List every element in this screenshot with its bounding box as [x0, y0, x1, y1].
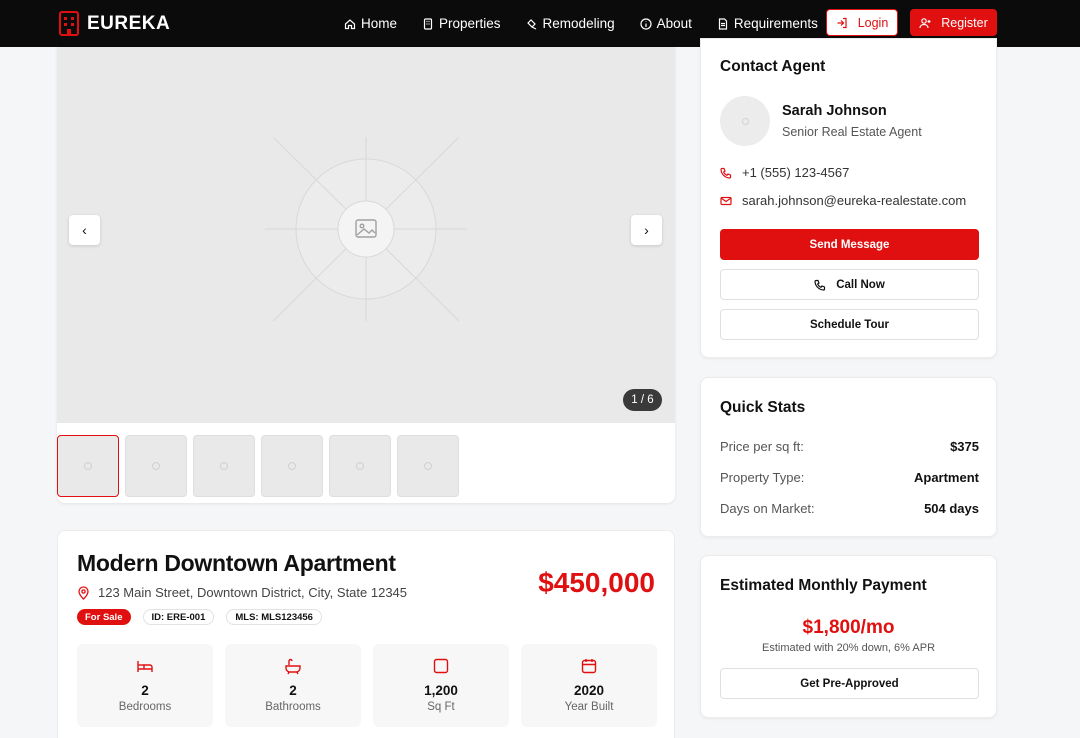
- nav-properties-label: Properties: [439, 16, 501, 31]
- square-icon: [433, 658, 449, 674]
- calendar-icon: [581, 659, 597, 674]
- stat-value: 504 days: [924, 501, 979, 516]
- nav-home[interactable]: Home: [344, 16, 397, 31]
- login-label: Login: [857, 15, 889, 30]
- stat-label: Year Built: [564, 701, 614, 713]
- stat-value: Apartment: [913, 470, 979, 485]
- quick-stat-row: Property Type: Apartment: [720, 470, 979, 485]
- stat-value: 2: [141, 683, 149, 698]
- nav-home-label: Home: [361, 16, 398, 31]
- stat-key: Days on Market:: [720, 501, 815, 516]
- thumbnail-strip: [57, 435, 459, 497]
- monthly-note: Estimated with 20% down, 6% APR: [761, 642, 936, 654]
- stat-label: Sq Ft: [427, 701, 455, 713]
- home-icon: [344, 18, 356, 29]
- agent-email[interactable]: sarah.johnson@eureka-realestate.com: [720, 193, 966, 208]
- property-title: Modern Downtown Apartment: [77, 550, 396, 576]
- nav-about[interactable]: About: [639, 16, 692, 31]
- thumbnail[interactable]: [397, 435, 459, 497]
- prev-photo-button[interactable]: ‹: [69, 215, 100, 245]
- login-button[interactable]: Login: [826, 9, 898, 36]
- send-message-button[interactable]: Send Message: [720, 229, 979, 260]
- address-text: 123 Main Street, Downtown District, City…: [98, 585, 408, 600]
- nav-properties[interactable]: Properties: [422, 16, 501, 31]
- schedule-tour-button[interactable]: Schedule Tour: [720, 309, 979, 340]
- photo-counter: 1 / 6: [623, 389, 662, 411]
- map-pin-icon: [78, 585, 89, 600]
- register-button[interactable]: Register: [910, 9, 997, 36]
- bath-icon: [285, 658, 301, 675]
- nav-about-label: About: [656, 16, 692, 31]
- stat-value: 2: [289, 683, 297, 698]
- quick-stats-card: Quick Stats Price per sq ft: $375 Proper…: [700, 377, 997, 537]
- monthly-payment-card: Estimated Monthly Payment $1,800/mo Esti…: [700, 555, 997, 718]
- thumbnail[interactable]: [57, 435, 119, 497]
- building-logo-icon: [59, 11, 79, 36]
- monthly-amount: $1,800/mo: [802, 617, 895, 638]
- property-stats: 2 Bedrooms 2 Bathrooms 1,200 Sq Ft 2020 …: [77, 644, 657, 727]
- stat-bedrooms: 2 Bedrooms: [77, 644, 213, 727]
- property-details-card: Modern Downtown Apartment 123 Main Stree…: [57, 530, 675, 738]
- phone-text: +1 (555) 123-4567: [742, 165, 850, 180]
- nav-requirements[interactable]: Requirements: [717, 16, 818, 31]
- image-placeholder-icon: [265, 136, 467, 322]
- id-badge: ID: ERE-001: [142, 609, 215, 625]
- property-address: 123 Main Street, Downtown District, City…: [77, 585, 407, 600]
- user-plus-icon: [919, 17, 931, 28]
- monthly-heading: Estimated Monthly Payment: [720, 577, 927, 594]
- avatar: [720, 96, 770, 146]
- nav-requirements-label: Requirements: [733, 16, 818, 31]
- next-photo-button[interactable]: ›: [631, 215, 662, 245]
- register-label: Register: [941, 15, 988, 30]
- stat-bathrooms: 2 Bathrooms: [225, 644, 361, 727]
- stat-label: Bedrooms: [118, 701, 172, 713]
- document-icon: [718, 17, 727, 30]
- contact-agent-card: Contact Agent Sarah Johnson Senior Real …: [700, 38, 997, 358]
- quick-stat-row: Days on Market: 504 days: [720, 501, 979, 516]
- stat-label: Bathrooms: [265, 701, 321, 713]
- info-icon: [639, 17, 652, 30]
- main-photo[interactable]: ‹ › 1 / 6: [57, 47, 675, 423]
- agent-phone[interactable]: +1 (555) 123-4567: [720, 165, 849, 180]
- mail-icon: [720, 196, 732, 205]
- brand-logo[interactable]: EUREKA: [59, 11, 170, 36]
- get-pre-approved-button[interactable]: Get Pre-Approved: [720, 668, 979, 699]
- hammer-icon: [526, 18, 536, 30]
- building-icon: [423, 17, 433, 30]
- phone-icon: [720, 167, 732, 179]
- bed-icon: [137, 661, 153, 672]
- thumbnail[interactable]: [329, 435, 391, 497]
- call-now-button[interactable]: Call Now: [720, 269, 979, 300]
- property-price: $450,000: [538, 567, 655, 598]
- stat-sqft: 1,200 Sq Ft: [373, 644, 509, 727]
- thumbnail[interactable]: [261, 435, 323, 497]
- thumbnail[interactable]: [125, 435, 187, 497]
- phone-icon: [814, 279, 826, 291]
- stat-key: Price per sq ft:: [720, 439, 804, 454]
- login-icon: [837, 17, 847, 28]
- nav-remodeling[interactable]: Remodeling: [526, 16, 615, 31]
- mls-badge: MLS: MLS123456: [226, 609, 322, 625]
- nav-remodeling-label: Remodeling: [542, 16, 615, 31]
- agent-role: Senior Real Estate Agent: [782, 125, 922, 139]
- property-badges: For Sale ID: ERE-001 MLS: MLS123456: [77, 609, 322, 625]
- stat-value: $375: [950, 439, 979, 454]
- quick-stat-row: Price per sq ft: $375: [720, 439, 979, 454]
- status-badge: For Sale: [77, 609, 131, 625]
- stat-value: 2020: [573, 683, 605, 698]
- quick-stats-heading: Quick Stats: [720, 399, 806, 416]
- stat-year-built: 2020 Year Built: [521, 644, 657, 727]
- contact-heading: Contact Agent: [720, 58, 826, 75]
- thumbnail[interactable]: [193, 435, 255, 497]
- brand-name: EUREKA: [87, 12, 171, 34]
- call-now-label: Call Now: [836, 278, 885, 291]
- stat-value: 1,200: [424, 683, 458, 698]
- photo-gallery: ‹ › 1 / 6: [57, 47, 675, 503]
- stat-key: Property Type:: [720, 470, 805, 485]
- email-text: sarah.johnson@eureka-realestate.com: [742, 193, 967, 208]
- agent-name: Sarah Johnson: [782, 103, 887, 119]
